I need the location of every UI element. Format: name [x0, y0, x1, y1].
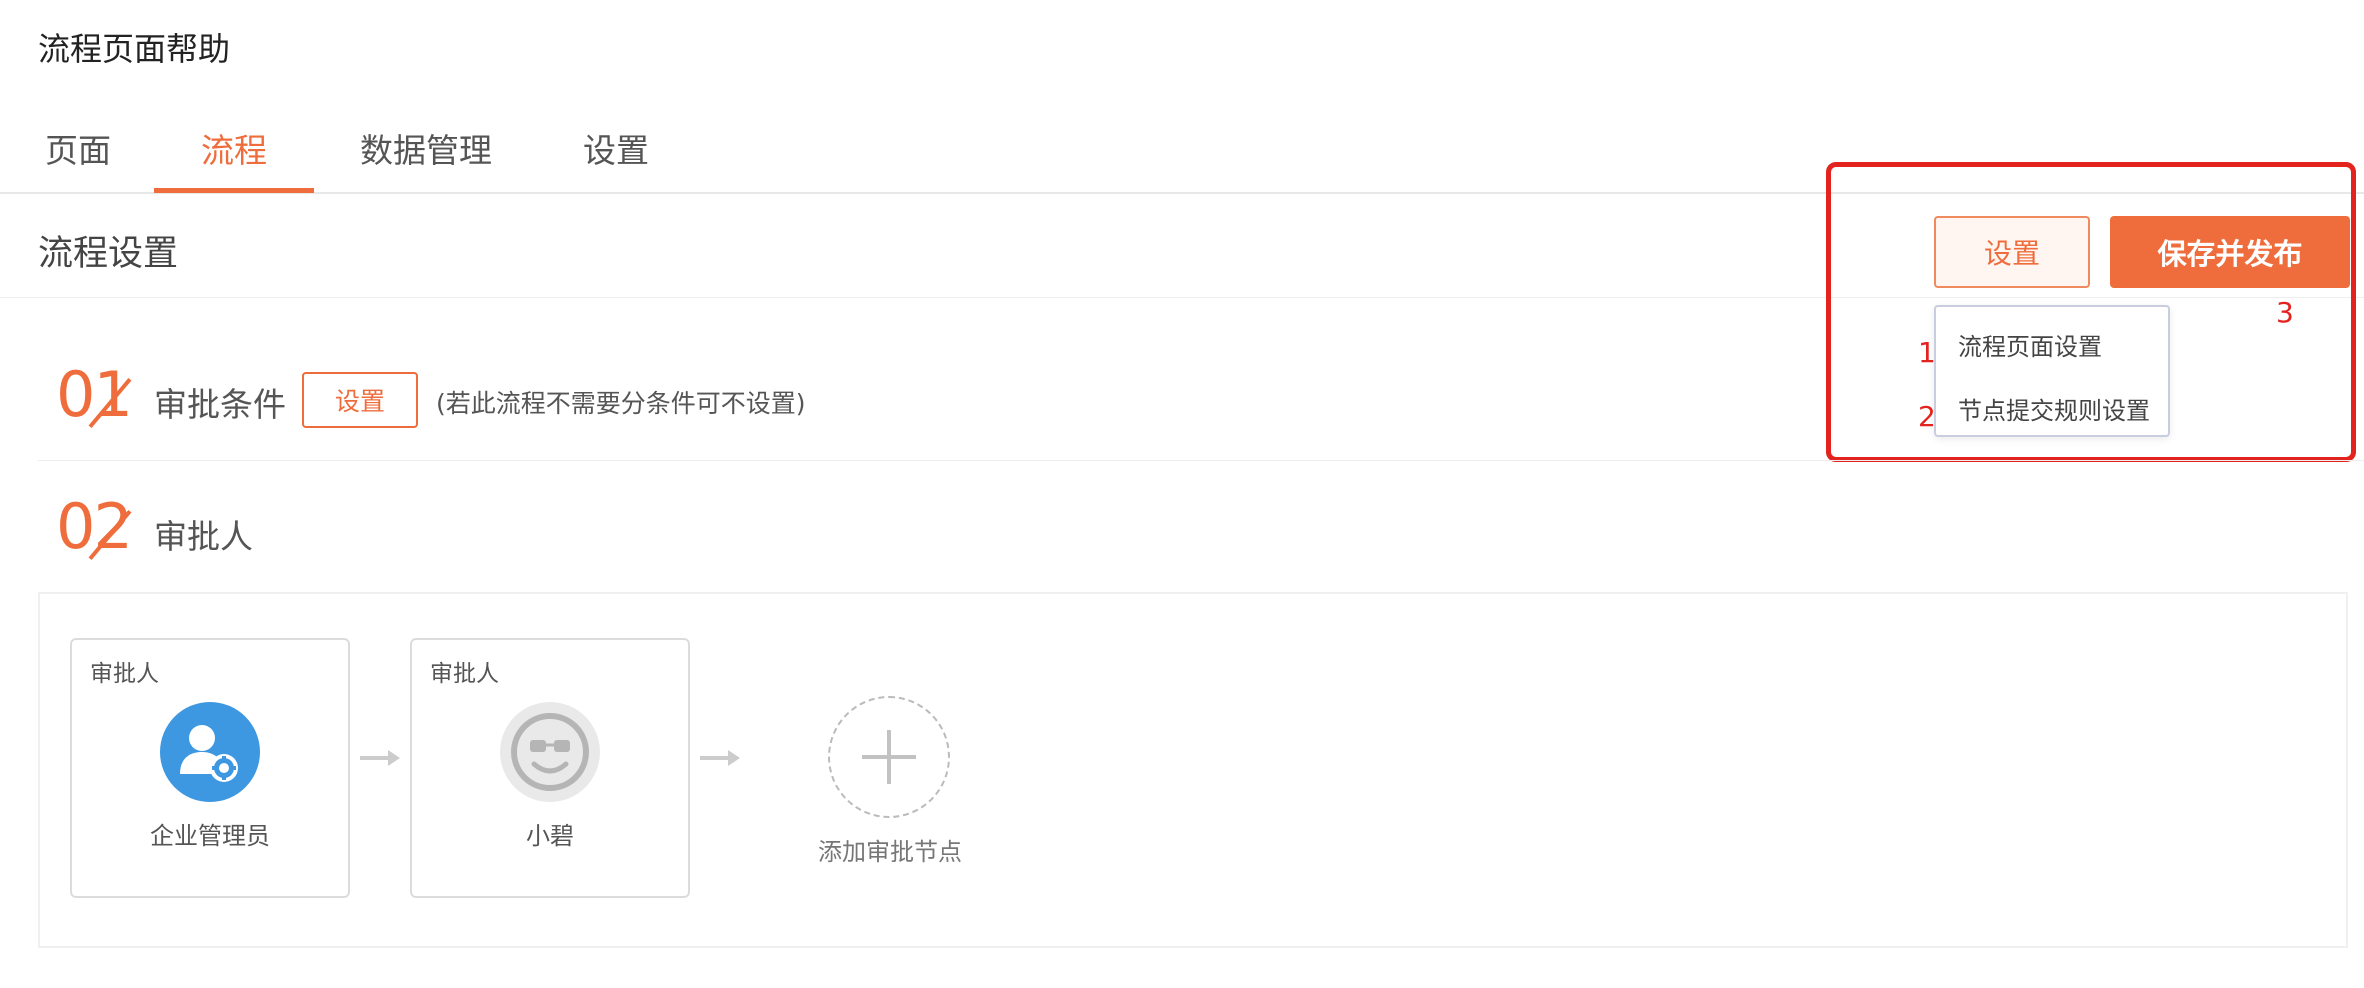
tab-settings[interactable]: 设置: [582, 124, 650, 172]
arrow-right-icon: [700, 750, 740, 766]
annotation-number-1: 1: [1918, 336, 1936, 369]
step-label-approver: 审批人: [154, 517, 253, 556]
tab-page[interactable]: 页面: [44, 124, 112, 172]
approver-node-card[interactable]: 审批人 小碧: [410, 638, 690, 898]
node-title: 审批人: [430, 661, 499, 687]
annotation-number-3: 3: [2276, 296, 2294, 329]
active-tab-underline: [154, 188, 314, 193]
condition-settings-button[interactable]: 设置: [302, 372, 418, 428]
plus-icon: [862, 730, 916, 784]
annotation-number-2: 2: [1918, 400, 1936, 433]
add-approval-node-button[interactable]: [828, 696, 950, 818]
approver-node-card[interactable]: 审批人 企业管理员: [70, 638, 350, 898]
tab-flow[interactable]: 流程: [200, 124, 268, 172]
admin-user-gear-icon: [160, 702, 260, 802]
condition-note: (若此流程不需要分条件可不设置): [436, 389, 806, 418]
smiley-face-icon: [500, 702, 600, 802]
node-title: 审批人: [90, 661, 159, 687]
add-approval-node-label[interactable]: 添加审批节点: [790, 832, 990, 867]
approval-flow-panel: [38, 592, 2348, 948]
section-title: 流程设置: [38, 234, 179, 274]
arrow-right-icon: [360, 750, 400, 766]
step-label-approval-condition: 审批条件: [154, 385, 286, 424]
row-divider: [38, 460, 2364, 461]
node-name: 小碧: [526, 822, 574, 850]
tab-data-management[interactable]: 数据管理: [358, 124, 494, 172]
node-name: 企业管理员: [150, 822, 270, 850]
